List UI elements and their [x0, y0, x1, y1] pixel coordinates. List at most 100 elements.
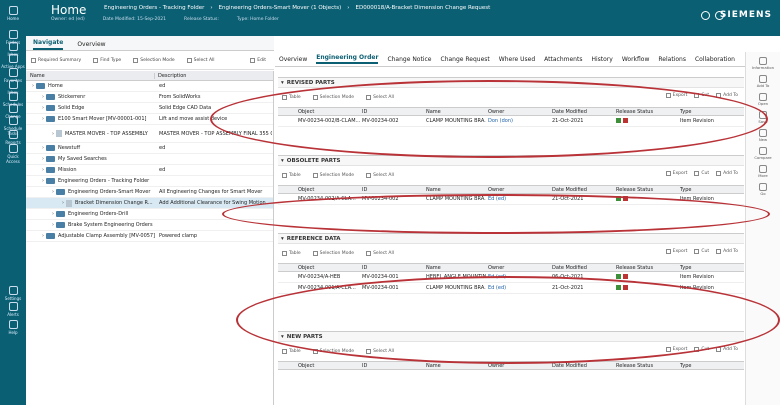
grid-col-date-modified[interactable]: Date Modified — [550, 363, 614, 369]
grid-col-type[interactable]: Type — [678, 265, 734, 271]
grid-col-date-modified[interactable]: Date Modified — [550, 265, 614, 271]
schedule-tasks-icon — [8, 116, 18, 125]
annotation-ellipse — [210, 80, 768, 158]
section-tool[interactable]: Select All — [366, 173, 394, 178]
grid-col-release-status[interactable]: Release Status — [614, 265, 678, 271]
grid-col-type[interactable]: Type — [678, 187, 734, 193]
left-toolbar-label: Edit — [257, 58, 266, 63]
left-toolbar-item[interactable]: Find Type — [93, 58, 121, 63]
breadcrumb-item[interactable]: Engineering Orders - Tracking Folder — [104, 5, 204, 11]
grid-col-release-status[interactable]: Release Status — [614, 363, 678, 369]
alerts-icon — [8, 302, 18, 311]
tab-change-notice[interactable]: Change Notice — [387, 56, 431, 63]
tree-col-desc[interactable]: Description — [155, 73, 186, 79]
right-tool-item[interactable]: More — [746, 165, 780, 178]
select-all-icon — [366, 173, 372, 178]
tree-row-name: › Engineering Orders-Drill — [26, 211, 157, 217]
section-header[interactable]: ▾ REFERENCE DATA — [278, 233, 744, 244]
rail-item[interactable]: Home — [0, 2, 26, 23]
grid-col-object[interactable]: Object — [296, 363, 360, 369]
meta-status: Release Status: — [184, 17, 219, 22]
tab-relations[interactable]: Relations — [658, 56, 686, 63]
grid-col-release-status[interactable]: Release Status — [614, 187, 678, 193]
item-icon — [56, 130, 62, 137]
pdf-icon — [623, 273, 628, 279]
collapse-chevron-icon[interactable]: ▾ — [281, 236, 284, 242]
search-icon[interactable] — [701, 11, 710, 20]
section-tool[interactable]: Select All — [366, 251, 394, 256]
tree-row[interactable]: › Home ed — [26, 81, 273, 92]
add-to-icon — [716, 171, 722, 176]
help-icon — [8, 320, 18, 329]
tree-row-name: › Mission — [26, 167, 157, 173]
tab-where-used[interactable]: Where Used — [499, 56, 535, 63]
rail-item[interactable]: Quick Access — [0, 140, 26, 166]
grid-col-owner[interactable]: Owner — [486, 265, 550, 271]
right-tool-item[interactable]: Add To — [746, 75, 780, 88]
breadcrumb-item[interactable]: Engineering Orders-Smart Mover (1 Object… — [219, 5, 342, 11]
tree-row[interactable]: › My Saved Searches — [26, 154, 273, 165]
tab-navigate[interactable]: Navigate — [33, 39, 64, 50]
grid-col-name[interactable]: Name — [424, 265, 486, 271]
rail-item[interactable]: Help — [0, 316, 26, 337]
tree-col-name[interactable]: Name — [26, 72, 155, 79]
tab-engineering-order[interactable]: Engineering Order — [316, 54, 379, 64]
tab-overview[interactable]: Overview — [279, 56, 307, 63]
table-cell[interactable]: MV-00234/A-HEB — [296, 274, 360, 280]
tab-collaboration[interactable]: Collaboration — [695, 56, 735, 63]
tree-row[interactable]: › Engineering Orders - Tracking Folder — [26, 176, 273, 187]
section-tool[interactable]: Add To — [716, 249, 738, 254]
breadcrumb-item[interactable]: ED000018/A-Bracket Dimension Change Requ… — [355, 5, 490, 11]
tree-row-name: › Solid Edge — [26, 105, 157, 111]
section-tool[interactable]: Add To — [716, 171, 738, 176]
grid-col-object[interactable]: Object — [296, 187, 360, 193]
tab-overview[interactable]: Overview — [77, 41, 105, 50]
tab-workflow[interactable]: Workflow — [622, 56, 650, 63]
grid-col-object[interactable]: Object — [296, 265, 360, 271]
collapse-chevron-icon[interactable]: ▾ — [281, 158, 284, 164]
grid-col-name[interactable]: Name — [424, 187, 486, 193]
tree-row[interactable]: › Brake System Engineering Orders — [26, 220, 273, 231]
right-tool-item[interactable]: Go — [746, 183, 780, 196]
grid-col-type[interactable]: Type — [678, 363, 734, 369]
tree-row[interactable]: › Mission ed — [26, 165, 273, 176]
grid-col-id[interactable]: ID — [360, 363, 424, 369]
tree-row[interactable]: › Newstuff ed — [26, 143, 273, 154]
section-tool[interactable]: Add To — [716, 347, 738, 352]
section-tool[interactable]: Table — [282, 251, 301, 256]
left-toolbar-item[interactable]: Selection Mode — [133, 58, 175, 63]
left-toolbar-item[interactable]: Select All — [186, 58, 215, 63]
grid-col-id[interactable]: ID — [360, 187, 424, 193]
selection-mode-icon — [312, 173, 318, 178]
tab-history[interactable]: History — [591, 56, 612, 63]
section-tool-label: Selection Mode — [319, 173, 355, 178]
left-toolbar-item[interactable]: Edit — [250, 58, 266, 63]
section-tool-label: Add To — [723, 93, 738, 98]
right-tool-item[interactable]: Compare — [746, 147, 780, 160]
tree-row[interactable]: › Adjustable Clamp Assembly [MV-0057] Powe… — [26, 231, 273, 242]
left-toolbar-item[interactable]: Required Summary — [31, 58, 81, 63]
tree-row[interactable]: › Engineering Orders-Smart Mover All Engin… — [26, 187, 273, 198]
tab-attachments[interactable]: Attachments — [544, 56, 582, 63]
section-tool[interactable]: Export — [665, 249, 687, 254]
reports-icon — [8, 130, 18, 139]
collapse-chevron-icon[interactable]: ▾ — [281, 80, 284, 86]
section-tool[interactable]: Cut — [694, 249, 709, 254]
section-tool[interactable]: Table — [282, 173, 301, 178]
section-tool[interactable]: Selection Mode — [312, 173, 355, 178]
right-tool-item[interactable]: Information — [746, 57, 780, 70]
header-home[interactable]: Home — [51, 3, 86, 17]
folder-icon — [56, 189, 65, 195]
meta-date: Date Modified: 15-Sep-2021 — [102, 17, 167, 22]
section-tool[interactable]: Cut — [694, 171, 709, 176]
section-tool[interactable]: Export — [665, 171, 687, 176]
grid-col-id[interactable]: ID — [360, 265, 424, 271]
right-tool-item[interactable]: Open — [746, 93, 780, 106]
section-tool[interactable]: Table — [282, 349, 301, 354]
active-apps-icon — [8, 54, 18, 63]
grid-col-owner[interactable]: Owner — [486, 187, 550, 193]
export-icon — [665, 171, 671, 176]
tab-change-request[interactable]: Change Request — [441, 56, 490, 63]
grid-col-date-modified[interactable]: Date Modified — [550, 187, 614, 193]
section-tool[interactable]: Selection Mode — [312, 251, 354, 256]
